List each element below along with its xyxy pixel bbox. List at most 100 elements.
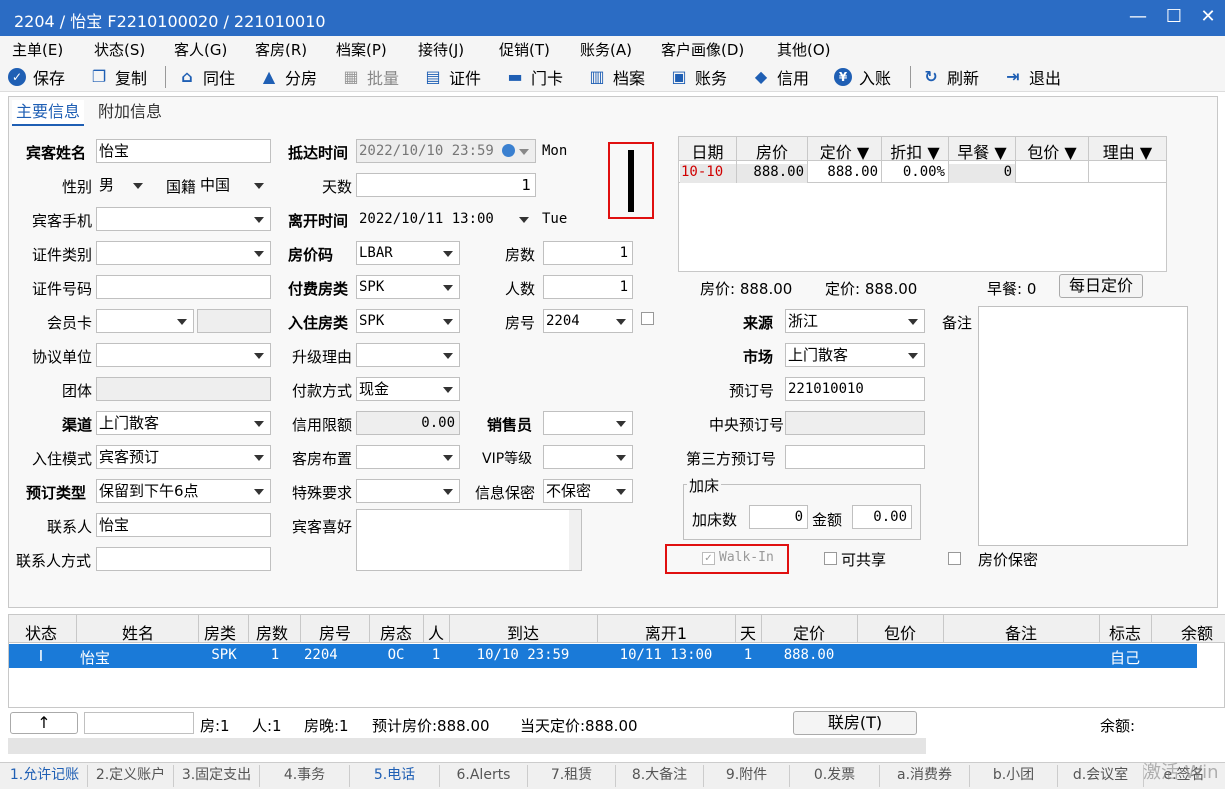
checkin-mode-select[interactable]: 宾客预订 [96,445,271,469]
roomtype-select[interactable]: SPK [356,309,460,333]
tab-fixed-expense[interactable]: 3.固定支出 [174,765,260,787]
rate-col-rate[interactable]: 房价 [737,139,807,163]
list-col-roomtype[interactable]: 房类 [199,620,241,644]
list-col-remark[interactable]: 备注 [944,620,1098,644]
contact-input[interactable]: 怡宝 [96,513,271,537]
list-col-flag[interactable]: 标志 [1100,620,1150,644]
ratecode-select[interactable]: LBAR [356,241,460,265]
third-resno-input[interactable] [785,445,925,469]
list-col-balance[interactable]: 余额 [1170,620,1224,644]
rate-cell-discount[interactable]: 0.00% [882,164,948,180]
menu-other[interactable]: 其他(O) [777,39,831,60]
tab-alerts[interactable]: 6.Alerts [440,765,528,787]
persons-input[interactable]: 1 [543,275,633,299]
menu-profile[interactable]: 档案(P) [336,39,387,60]
list-col-roomno[interactable]: 房号 [302,620,368,644]
cohabit-button[interactable]: ⌂ 同住 [178,66,235,89]
paymethod-select[interactable]: 现金 [356,377,460,401]
room-layout-select[interactable] [356,445,460,469]
tab-phone[interactable]: 5.电话 [350,765,440,787]
channel-select[interactable]: 上门散客 [96,411,271,435]
list-col-status[interactable]: 状态 [10,620,72,644]
rate-secret-checkbox[interactable] [948,552,961,565]
upgrade-select[interactable] [356,343,460,367]
tab-allow-charge[interactable]: 1.允许记账 [2,765,88,787]
paytype-select[interactable]: SPK [356,275,460,299]
remark-textarea[interactable] [978,306,1188,546]
rate-col-date[interactable]: 日期 [679,139,736,163]
walkin-checkbox[interactable]: ✓ [702,552,715,565]
certificate-button[interactable]: ▤ 证件 [424,66,481,89]
agreement-select[interactable] [96,343,271,367]
roomno-select[interactable]: 2204 [543,309,633,333]
amount-input[interactable]: 0.00 [852,505,912,529]
vip-select[interactable] [543,445,633,469]
privacy-select[interactable]: 不保密 [543,479,633,503]
room-card-button[interactable]: ▬ 门卡 [506,66,563,89]
exit-button[interactable]: ⇥ 退出 [1004,66,1061,89]
guest-name-input[interactable]: 怡宝 [96,139,271,163]
rate-col-breakfast[interactable]: 早餐 ▼ [949,139,1015,163]
menu-guest[interactable]: 客人(G) [174,39,227,60]
copy-button[interactable]: ❐ 复制 [90,66,147,89]
up-button[interactable]: ↑ [10,712,78,734]
horizontal-scrollbar[interactable] [8,738,926,754]
menu-reception[interactable]: 接待(J) [418,39,464,60]
share-checkbox[interactable] [824,552,837,565]
tab-small-group[interactable]: b.小团 [970,765,1058,787]
minimize-button[interactable]: — [1122,4,1154,30]
list-col-persons[interactable]: 人 [424,620,448,644]
close-button[interactable]: ✕ [1192,4,1224,30]
menu-portrait[interactable]: 客户画像(D) [661,39,744,60]
post-entry-button[interactable]: ¥ 入账 [834,66,891,88]
contact-way-input[interactable] [96,547,271,571]
booking-type-select[interactable]: 保留到下午6点 [96,479,271,503]
profile-button[interactable]: ▥ 档案 [588,66,645,89]
idno-input[interactable] [96,275,271,299]
resno-input[interactable]: 221010010 [785,377,925,401]
list-col-name[interactable]: 姓名 [78,620,198,644]
tab-attachment[interactable]: 9.附件 [704,765,790,787]
tab-main-info[interactable]: 主要信息 [12,100,85,126]
rate-col-reason[interactable]: 理由 ▼ [1089,139,1166,163]
member-card-select[interactable] [96,309,194,333]
gender-select[interactable]: 男 [96,173,150,197]
list-col-package[interactable]: 包价 [858,620,942,644]
tab-coupon[interactable]: a.消费券 [880,765,970,787]
rate-col-price[interactable]: 定价 ▼ [808,139,881,163]
maximize-button[interactable]: ☐ [1158,4,1190,30]
credit-button[interactable]: ◆ 信用 [752,66,809,89]
menu-status[interactable]: 状态(S) [94,39,145,60]
menu-room[interactable]: 客房(R) [255,39,307,60]
arrive-datetime[interactable]: 2022/10/10 23:59 [356,139,536,163]
list-col-arrive[interactable]: 到达 [450,620,596,644]
menu-accounting[interactable]: 账务(A) [580,39,632,60]
save-button[interactable]: ✓ 保存 [8,66,65,88]
account-button[interactable]: ▣ 账务 [670,66,727,89]
tab-lease[interactable]: 7.租赁 [528,765,616,787]
daily-price-button[interactable]: 每日定价 [1059,274,1143,298]
batch-button[interactable]: ▦ 批量 [342,66,399,89]
mobile-select[interactable] [96,207,271,231]
split-room-button[interactable]: ▲ 分房 [260,66,317,89]
tab-affairs[interactable]: 4.事务 [260,765,350,787]
extra-bed-input[interactable]: 0 [749,505,808,529]
list-col-depart[interactable]: 离开1 [598,620,734,644]
list-col-price[interactable]: 定价 [762,620,856,644]
source-select[interactable]: 浙江 [785,309,925,333]
sales-select[interactable] [543,411,633,435]
preference-textarea[interactable] [356,509,582,571]
tab-invoice[interactable]: 0.发票 [790,765,880,787]
roomno-lock-checkbox[interactable] [641,312,654,325]
link-room-button[interactable]: 联房(T) [793,711,917,735]
rate-cell-breakfast[interactable]: 0 [949,164,1015,183]
tab-extra-info[interactable]: 附加信息 [94,100,166,126]
refresh-button[interactable]: ↻ 刷新 [922,66,979,89]
tab-big-remark[interactable]: 8.大备注 [616,765,704,787]
scrollbar[interactable] [569,510,581,570]
list-col-days[interactable]: 天 [736,620,760,644]
quick-search-input[interactable] [84,712,194,734]
special-select[interactable] [356,479,460,503]
list-col-roomstate[interactable]: 房态 [370,620,422,644]
rate-col-package[interactable]: 包价 ▼ [1016,139,1088,163]
